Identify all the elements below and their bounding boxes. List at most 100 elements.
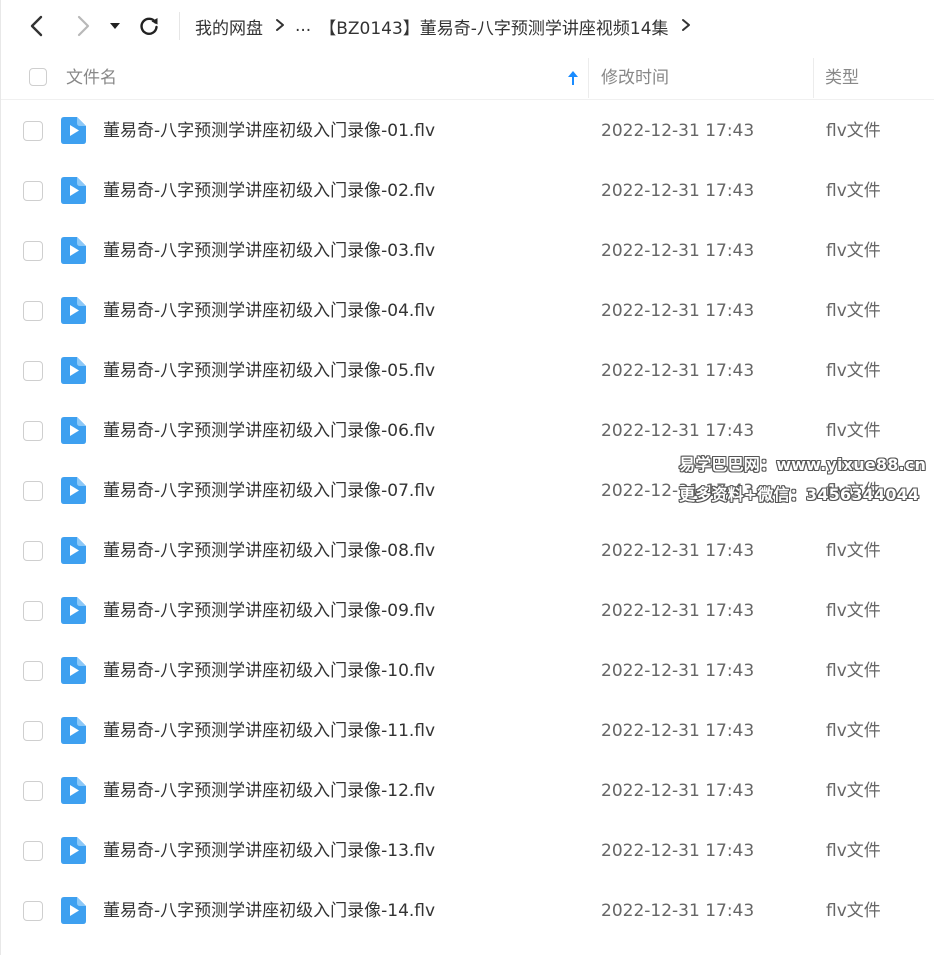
row-checkbox[interactable] — [23, 361, 43, 381]
row-checkbox[interactable] — [23, 421, 43, 441]
watermark: 易学巴巴网：www.yixue88.cn 更多资料+微信：3456344044 — [679, 450, 929, 510]
table-row[interactable]: 董易奇-八字预测学讲座初级入门录像-13.flv 2022-12-31 17:4… — [1, 821, 934, 881]
caret-down-icon — [110, 23, 120, 29]
file-modified-time: 2022-12-31 17:43 — [601, 241, 755, 261]
file-modified-time: 2022-12-31 17:43 — [601, 601, 755, 621]
file-name[interactable]: 董易奇-八字预测学讲座初级入门录像-01.flv — [103, 101, 435, 161]
forward-button[interactable] — [67, 10, 99, 42]
table-row[interactable]: 董易奇-八字预测学讲座初级入门录像-02.flv 2022-12-31 17:4… — [1, 161, 934, 221]
chevron-left-icon — [30, 15, 43, 37]
back-button[interactable] — [21, 10, 53, 42]
row-checkbox[interactable] — [23, 661, 43, 681]
row-checkbox[interactable] — [23, 481, 43, 501]
file-type: flv文件 — [826, 601, 881, 621]
table-row[interactable]: 董易奇-八字预测学讲座初级入门录像-14.flv 2022-12-31 17:4… — [1, 881, 934, 941]
file-list: 董易奇-八字预测学讲座初级入门录像-01.flv 2022-12-31 17:4… — [1, 101, 934, 941]
file-modified-time: 2022-12-31 17:43 — [601, 661, 755, 681]
video-file-icon — [61, 777, 86, 804]
table-row[interactable]: 董易奇-八字预测学讲座初级入门录像-04.flv 2022-12-31 17:4… — [1, 281, 934, 341]
file-manager-window: 我的网盘 ... 【BZ0143】董易奇-八字预测学讲座视频14集 文件名 修改… — [0, 0, 934, 955]
file-name[interactable]: 董易奇-八字预测学讲座初级入门录像-09.flv — [103, 581, 435, 641]
row-checkbox[interactable] — [23, 241, 43, 261]
video-file-icon — [61, 837, 86, 864]
table-row[interactable]: 董易奇-八字预测学讲座初级入门录像-08.flv 2022-12-31 17:4… — [1, 521, 934, 581]
table-row[interactable]: 董易奇-八字预测学讲座初级入门录像-03.flv 2022-12-31 17:4… — [1, 221, 934, 281]
table-row[interactable]: 董易奇-八字预测学讲座初级入门录像-10.flv 2022-12-31 17:4… — [1, 641, 934, 701]
table-row[interactable]: 董易奇-八字预测学讲座初级入门录像-09.flv 2022-12-31 17:4… — [1, 581, 934, 641]
file-type: flv文件 — [826, 301, 881, 321]
breadcrumb-separator-icon — [275, 17, 285, 36]
navigation-bar: 我的网盘 ... 【BZ0143】董易奇-八字预测学讲座视频14集 — [1, 0, 934, 52]
file-type: flv文件 — [826, 181, 881, 201]
breadcrumb-root[interactable]: 我的网盘 — [195, 14, 263, 39]
column-header-type[interactable]: 类型 — [825, 56, 859, 100]
file-type: flv文件 — [826, 121, 881, 141]
file-name[interactable]: 董易奇-八字预测学讲座初级入门录像-04.flv — [103, 281, 435, 341]
file-modified-time: 2022-12-31 17:43 — [601, 181, 755, 201]
row-checkbox[interactable] — [23, 841, 43, 861]
video-file-icon — [61, 417, 86, 444]
row-checkbox[interactable] — [23, 541, 43, 561]
row-checkbox[interactable] — [23, 121, 43, 141]
row-checkbox[interactable] — [23, 721, 43, 741]
row-checkbox[interactable] — [23, 301, 43, 321]
video-file-icon — [61, 237, 86, 264]
table-row[interactable]: 董易奇-八字预测学讲座初级入门录像-05.flv 2022-12-31 17:4… — [1, 341, 934, 401]
file-modified-time: 2022-12-31 17:43 — [601, 121, 755, 141]
file-type: flv文件 — [826, 661, 881, 681]
select-all-checkbox[interactable] — [29, 68, 47, 86]
video-file-icon — [61, 477, 86, 504]
table-header: 文件名 修改时间 类型 — [1, 56, 934, 100]
row-checkbox[interactable] — [23, 181, 43, 201]
table-row[interactable]: 董易奇-八字预测学讲座初级入门录像-12.flv 2022-12-31 17:4… — [1, 761, 934, 821]
column-header-name[interactable]: 文件名 — [66, 56, 117, 100]
video-file-icon — [61, 717, 86, 744]
file-name[interactable]: 董易奇-八字预测学讲座初级入门录像-10.flv — [103, 641, 435, 701]
file-modified-time: 2022-12-31 17:43 — [601, 301, 755, 321]
file-type: flv文件 — [826, 781, 881, 801]
file-name[interactable]: 董易奇-八字预测学讲座初级入门录像-02.flv — [103, 161, 435, 221]
breadcrumb-ellipsis[interactable]: ... — [295, 16, 311, 36]
file-modified-time: 2022-12-31 17:43 — [601, 541, 755, 561]
file-name[interactable]: 董易奇-八字预测学讲座初级入门录像-08.flv — [103, 521, 435, 581]
video-file-icon — [61, 357, 86, 384]
watermark-line-2: 更多资料+微信：3456344044 — [679, 485, 920, 504]
file-name[interactable]: 董易奇-八字预测学讲座初级入门录像-11.flv — [103, 701, 435, 761]
file-name[interactable]: 董易奇-八字预测学讲座初级入门录像-14.flv — [103, 881, 435, 941]
history-dropdown-button[interactable] — [103, 10, 127, 42]
toolbar-divider — [179, 12, 180, 40]
column-divider[interactable] — [813, 58, 814, 98]
file-name[interactable]: 董易奇-八字预测学讲座初级入门录像-12.flv — [103, 761, 435, 821]
video-file-icon — [61, 657, 86, 684]
video-file-icon — [61, 897, 86, 924]
file-type: flv文件 — [826, 901, 881, 921]
refresh-button[interactable] — [133, 10, 165, 42]
file-name[interactable]: 董易奇-八字预测学讲座初级入门录像-13.flv — [103, 821, 435, 881]
table-row[interactable]: 董易奇-八字预测学讲座初级入门录像-11.flv 2022-12-31 17:4… — [1, 701, 934, 761]
file-modified-time: 2022-12-31 17:43 — [601, 901, 755, 921]
video-file-icon — [61, 177, 86, 204]
arrow-up-icon[interactable] — [567, 70, 579, 91]
column-divider[interactable] — [588, 58, 589, 98]
breadcrumb-separator-icon — [681, 17, 691, 36]
row-checkbox[interactable] — [23, 901, 43, 921]
table-row[interactable]: 董易奇-八字预测学讲座初级入门录像-01.flv 2022-12-31 17:4… — [1, 101, 934, 161]
file-type: flv文件 — [826, 841, 881, 861]
file-name[interactable]: 董易奇-八字预测学讲座初级入门录像-07.flv — [103, 461, 435, 521]
video-file-icon — [61, 597, 86, 624]
file-modified-time: 2022-12-31 17:43 — [601, 721, 755, 741]
file-name[interactable]: 董易奇-八字预测学讲座初级入门录像-05.flv — [103, 341, 435, 401]
video-file-icon — [61, 297, 86, 324]
row-checkbox[interactable] — [23, 601, 43, 621]
file-name[interactable]: 董易奇-八字预测学讲座初级入门录像-06.flv — [103, 401, 435, 461]
file-name[interactable]: 董易奇-八字预测学讲座初级入门录像-03.flv — [103, 221, 435, 281]
file-modified-time: 2022-12-31 17:43 — [601, 841, 755, 861]
breadcrumb-current-folder[interactable]: 【BZ0143】董易奇-八字预测学讲座视频14集 — [319, 14, 668, 39]
column-header-mtime[interactable]: 修改时间 — [601, 56, 669, 100]
file-type: flv文件 — [826, 241, 881, 261]
file-modified-time: 2022-12-31 17:43 — [601, 361, 755, 381]
video-file-icon — [61, 117, 86, 144]
breadcrumb: 我的网盘 ... 【BZ0143】董易奇-八字预测学讲座视频14集 — [195, 0, 701, 52]
watermark-line-1: 易学巴巴网：www.yixue88.cn — [679, 455, 927, 474]
row-checkbox[interactable] — [23, 781, 43, 801]
